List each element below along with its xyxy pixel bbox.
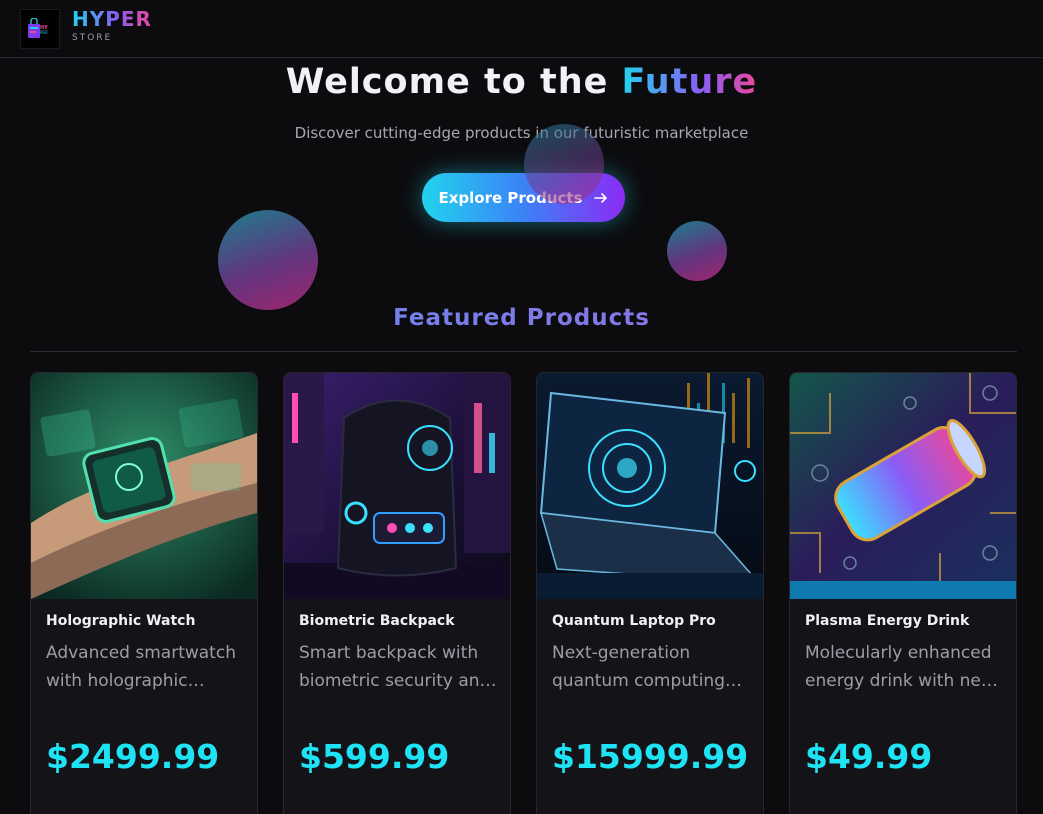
hero-title: Welcome to the Future — [0, 62, 1043, 102]
section-divider — [30, 351, 1017, 352]
product-price: $599.99 — [299, 737, 450, 776]
product-name: Holographic Watch — [46, 613, 196, 629]
biometric-backpack-image[interactable] — [284, 373, 510, 599]
product-card[interactable]: Quantum Laptop Pro Next-generation quant… — [536, 372, 764, 814]
product-name: Quantum Laptop Pro — [552, 613, 716, 629]
quantum-laptop-image[interactable] — [537, 373, 763, 599]
product-card[interactable]: Plasma Energy Drink Molecularly enhanced… — [789, 372, 1017, 814]
hero-title-plain: Welcome to the — [285, 62, 622, 102]
product-price: $49.99 — [805, 737, 933, 776]
hero-subtitle: Discover cutting-edge products in our fu… — [294, 124, 749, 142]
arrow-right-icon — [593, 192, 607, 203]
product-card[interactable]: Holographic Watch Advanced smartwatch wi… — [30, 372, 258, 814]
product-description: Next-generation quantum computing laptop… — [552, 643, 725, 691]
product-name: Plasma Energy Drink — [805, 613, 970, 629]
decorative-orb — [218, 210, 318, 310]
product-card[interactable]: Biometric Backpack Smart backpack with b… — [283, 372, 511, 814]
product-description: Smart backpack with biometric security a… — [299, 643, 491, 691]
hero-title-accent: Future — [621, 62, 758, 102]
product-description: Molecularly enhanced energy drink with n… — [805, 643, 1003, 691]
brand-name: HYPER — [72, 7, 152, 31]
holographic-watch-image[interactable] — [31, 373, 257, 599]
brand-subtitle: STORE — [72, 33, 113, 43]
product-description: Advanced smartwatch with holographic dis… — [46, 643, 236, 691]
shopping-bag-logo-icon: HY PER — [28, 18, 48, 38]
product-price: $2499.99 — [46, 737, 220, 776]
product-price: $15999.99 — [552, 737, 749, 776]
svg-text:PER: PER — [40, 30, 48, 35]
decorative-orb — [524, 124, 604, 204]
top-navbar: HY PER HYPER STORE — [0, 0, 1043, 58]
brand-block[interactable]: HYPER STORE — [72, 7, 152, 43]
product-name: Biometric Backpack — [299, 613, 455, 629]
plasma-drink-image[interactable] — [790, 373, 1016, 599]
decorative-orb — [667, 221, 727, 281]
logo[interactable]: HY PER — [20, 9, 60, 49]
page: HY PER HYPER STORE Welcome to the Future… — [0, 0, 1043, 814]
featured-products-title: Featured Products — [0, 305, 1043, 331]
